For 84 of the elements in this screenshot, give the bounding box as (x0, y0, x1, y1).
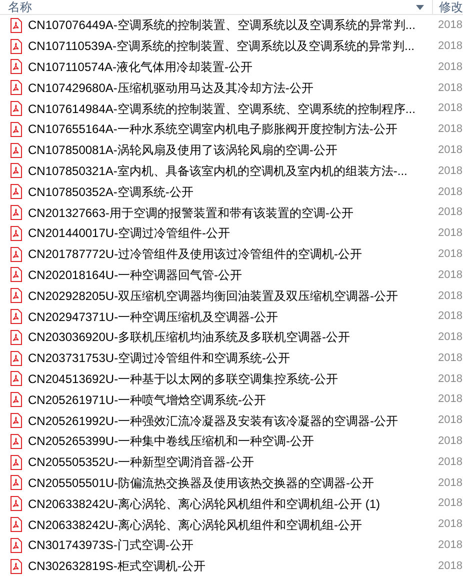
modified-date: 2018 (437, 476, 462, 491)
column-header[interactable]: 名称 (0, 0, 416, 14)
file-name[interactable]: CN201327663-用于空调的报警装置和带有该装置的空调-公开 (28, 204, 354, 222)
file-name[interactable]: CN202018164U-一种空调器回气管-公开 (28, 266, 242, 284)
file-name[interactable]: CN206338242U-离心涡轮、离心涡轮风机组件和空调机组-公开 (1) (28, 494, 380, 513)
pdf-file-icon (10, 309, 22, 324)
pdf-file-icon (10, 80, 22, 96)
column-header[interactable]: 修改 (433, 0, 463, 14)
pdf-file-icon (10, 226, 22, 241)
modified-date: 2018 (437, 517, 462, 532)
pdf-file-icon (10, 454, 22, 470)
pdf-file-icon (10, 101, 22, 116)
pdf-file-icon (10, 350, 22, 366)
modified-date: 2018 (437, 309, 462, 324)
pdf-file-icon (10, 330, 22, 345)
pdf-file-icon (10, 163, 22, 178)
modified-date: 2018 (437, 330, 462, 346)
modified-date: 2018 (437, 434, 462, 450)
modified-date: 2018 (437, 392, 462, 408)
modified-date: 2018 (437, 205, 462, 220)
modified-date: 2018 (437, 184, 462, 200)
modified-date: 2018 (437, 80, 462, 96)
pdf-file-icon (10, 122, 22, 137)
file-name[interactable]: CN202928205U-双压缩机空调器均衡回油装置及双压缩机空调器-公开 (28, 286, 398, 305)
file-name[interactable]: CN107655164A-一种水系统空调室内机电子膨胀阀开度控制方法-公开 (28, 120, 398, 138)
modified-date: 2018 (437, 372, 462, 387)
pdf-file-icon (10, 288, 22, 304)
modified-date: 2018 (437, 288, 462, 304)
pdf-file-icon (10, 142, 22, 158)
file-name[interactable]: CN201440017U-空调过冷管组件-公开 (28, 224, 230, 242)
modified-date: 2018 (437, 38, 462, 54)
modified-date: 2018 (437, 413, 462, 428)
pdf-file-icon (10, 246, 22, 262)
pdf-file-icon (10, 392, 22, 408)
file-name[interactable]: CN205261992U-一种强效汇流冷凝器及安装有该冷凝器的空调器-公开 (28, 412, 398, 430)
file-name[interactable]: CN205265399U-一种集中卷线压缩机和一种空调-公开 (28, 432, 314, 450)
pdf-file-icon (10, 18, 22, 33)
modified-date: 2018 (437, 246, 462, 262)
file-name[interactable]: CN301743973S-门式空调-公开 (28, 536, 194, 554)
modified-date: 2018 (437, 122, 462, 138)
modified-date: 2018 (437, 60, 462, 75)
pdf-file-icon (10, 59, 22, 74)
file-name[interactable]: CN107614984A-空调系统的控制装置、空调系统、空调系统的控制程序... (28, 100, 416, 118)
file-name[interactable]: CN107850321A-室内机、具备该室内机的空调机及室内机的组装方法-... (28, 162, 408, 180)
file-name[interactable]: CN201787772U-过冷管组件及使用该过冷管组件的空调机-公开 (28, 245, 362, 264)
file-name[interactable]: CN203036920U-多联机压缩机均油系统及多联机空调器-公开 (28, 328, 350, 346)
file-name[interactable]: CN203731753U-空调过冷管组件和空调系统-公开 (28, 349, 290, 368)
pdf-file-icon (10, 558, 22, 574)
modified-date: 2018 (437, 454, 462, 470)
file-name[interactable]: CN205261971U-一种喷气增焓空调系统-公开 (28, 390, 266, 409)
pdf-file-icon (10, 205, 22, 220)
file-name[interactable]: CN107076449A-空调系统的控制装置、空调系统以及空调系统的异常判... (28, 16, 416, 34)
pdf-file-icon (10, 371, 22, 386)
file-name[interactable]: CN302632819S-柜式空调机-公开 (28, 557, 206, 576)
pdf-file-icon (10, 184, 22, 200)
file-name[interactable]: CN205505352U-一种新型空调消音器-公开 (28, 453, 254, 472)
file-name[interactable]: CN107429680A-压缩机驱动用马达及其冷却方法-公开 (28, 78, 314, 97)
modified-date: 2018 (437, 226, 462, 242)
pdf-file-icon (10, 538, 22, 553)
modified-date: 2018 (437, 268, 462, 283)
pdf-file-icon (10, 496, 22, 512)
pdf-file-icon (10, 517, 22, 532)
file-name[interactable]: CN107110539A-空调系统的控制装置、空调系统以及空调系统的异常判... (28, 37, 415, 56)
pdf-file-icon (10, 413, 22, 428)
pdf-file-icon (10, 38, 22, 54)
file-name[interactable]: CN107850352A-空调系统-公开 (28, 182, 194, 201)
file-name[interactable]: CN205505501U-防偏流热交换器及使用该热交换器的空调器-公开 (28, 474, 374, 492)
file-name[interactable]: CN204513692U-一种基于以太网的多联空调集控系统-公开 (28, 370, 338, 388)
modified-date: 2018 (437, 496, 462, 512)
modified-date: 2018 (437, 558, 462, 574)
modified-date: 2018 (437, 18, 462, 34)
pdf-file-icon (10, 267, 22, 282)
modified-date: 2018 (437, 101, 462, 116)
modified-date: 2018 (437, 350, 462, 366)
pdf-file-icon (10, 475, 22, 490)
file-name[interactable]: CN206338242U-离心涡轮、离心涡轮风机组件和空调机组-公开 (28, 516, 362, 534)
modified-date: 2018 (437, 164, 462, 179)
pdf-file-icon (10, 434, 22, 449)
sort-caret-icon[interactable] (416, 5, 424, 10)
modified-date: 2018 (437, 538, 462, 554)
file-name[interactable]: CN107110574A-液化气体用冷却装置-公开 (28, 58, 253, 76)
modified-date: 2018 (437, 142, 462, 158)
file-name[interactable]: CN202947371U-一种空调压缩机及空调器-公开 (28, 308, 278, 326)
file-name[interactable]: CN107850081A-涡轮风扇及使用了该涡轮风扇的空调-公开 (28, 141, 338, 160)
